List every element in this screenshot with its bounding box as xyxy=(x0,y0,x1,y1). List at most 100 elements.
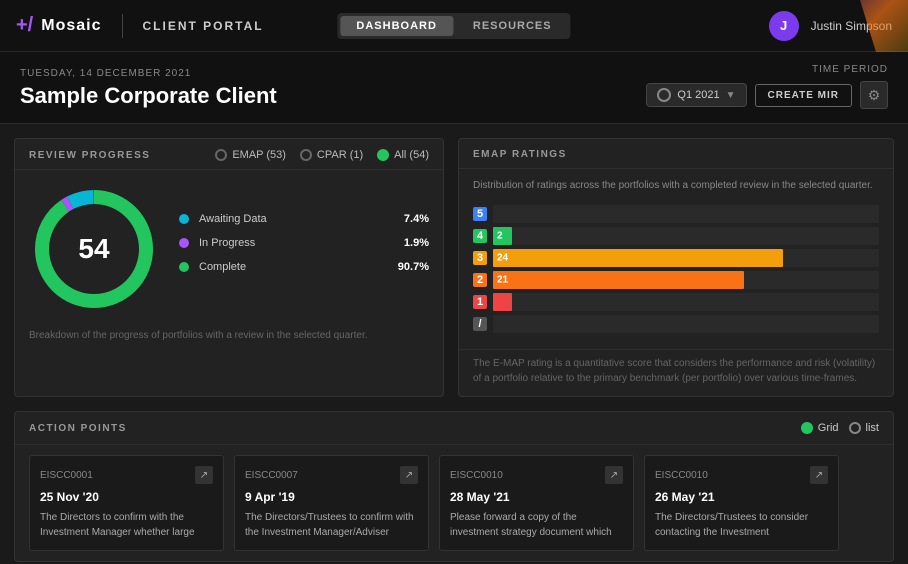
date-label: TUESDAY, 14 DECEMBER 2021 xyxy=(20,68,277,79)
action-card-1: EISCC0007 ↗ 9 Apr '19 The Directors/Trus… xyxy=(234,455,429,551)
bar-row-3: 3 24 xyxy=(473,249,879,267)
chevron-down-icon: ▼ xyxy=(726,90,736,101)
bar-row-5: 5 xyxy=(473,205,879,223)
legend-inprogress-pct: 1.9% xyxy=(404,237,429,249)
toggle-list-label: list xyxy=(866,422,879,434)
card-id-3: EISCC0010 xyxy=(655,470,708,481)
legend-awaiting-label: Awaiting Data xyxy=(199,213,404,225)
bar-value-3: 24 xyxy=(497,253,508,264)
action-points-title: ACTION POINTS xyxy=(29,423,127,434)
legend-inprogress: In Progress 1.9% xyxy=(179,237,429,249)
legend-inprogress-label: In Progress xyxy=(199,237,404,249)
action-points-section: ACTION POINTS Grid list EISCC0001 ↗ 25 N… xyxy=(14,411,894,562)
card-arrow-0[interactable]: ↗ xyxy=(195,466,213,484)
create-mir-button[interactable]: CREATE MIR xyxy=(755,84,852,107)
period-text: Q1 2021 xyxy=(677,89,719,101)
legend: Awaiting Data 7.4% In Progress 1.9% Comp… xyxy=(179,213,429,285)
emap-footer: The E-MAP rating is a quantitative score… xyxy=(459,349,893,396)
portal-label: CLIENT PORTAL xyxy=(143,19,264,33)
logo-divider xyxy=(122,14,123,38)
legend-complete: Complete 90.7% xyxy=(179,261,429,273)
radio-emap-icon xyxy=(215,149,227,161)
legend-awaiting-pct: 7.4% xyxy=(404,213,429,225)
bar-row-2: 2 21 xyxy=(473,271,879,289)
sub-header: TUESDAY, 14 DECEMBER 2021 Sample Corpora… xyxy=(0,52,908,124)
bar-label-na: / xyxy=(473,317,487,331)
review-progress-panel: REVIEW PROGRESS EMAP (53) CPAR (1) All (… xyxy=(14,138,444,397)
logo-text: Mosaic xyxy=(41,17,101,35)
settings-button[interactable]: ⚙ xyxy=(860,81,888,109)
radio-cpar-icon xyxy=(300,149,312,161)
main-content: REVIEW PROGRESS EMAP (53) CPAR (1) All (… xyxy=(0,124,908,562)
emap-ratings-panel: EMAP RATINGS Distribution of ratings acr… xyxy=(458,138,894,397)
title-area: TUESDAY, 14 DECEMBER 2021 Sample Corpora… xyxy=(20,68,277,109)
bar-label-5: 5 xyxy=(473,207,487,221)
review-progress-title: REVIEW PROGRESS xyxy=(29,150,150,161)
card-id-row-0: EISCC0001 ↗ xyxy=(40,466,213,484)
review-body: 54 Awaiting Data 7.4% In Progress 1.9% xyxy=(15,170,443,328)
card-date-2: 28 May '21 xyxy=(450,490,623,504)
card-date-0: 25 Nov '20 xyxy=(40,490,213,504)
card-id-row-1: EISCC0007 ↗ xyxy=(245,466,418,484)
period-circle-icon xyxy=(657,88,671,102)
main-nav: DASHBOARD RESOURCES xyxy=(337,13,570,39)
bar-track-2: 21 xyxy=(493,271,879,289)
card-id-row-2: EISCC0010 ↗ xyxy=(450,466,623,484)
bar-row-1: 1 xyxy=(473,293,879,311)
action-cards-row: EISCC0001 ↗ 25 Nov '20 The Directors to … xyxy=(15,445,893,561)
bar-track-5 xyxy=(493,205,879,223)
filter-all-label: All (54) xyxy=(394,149,429,161)
sub-header-controls: TIME PERIOD Q1 2021 ▼ CREATE MIR ⚙ xyxy=(646,64,888,109)
filter-emap[interactable]: EMAP (53) xyxy=(215,149,286,161)
top-row: REVIEW PROGRESS EMAP (53) CPAR (1) All (… xyxy=(14,138,894,397)
period-controls: Q1 2021 ▼ CREATE MIR ⚙ xyxy=(646,81,888,109)
filter-emap-label: EMAP (53) xyxy=(232,149,286,161)
action-points-header: ACTION POINTS Grid list xyxy=(15,412,893,445)
app-header: +/ Mosaic CLIENT PORTAL DASHBOARD RESOUR… xyxy=(0,0,908,52)
toggle-grid-dot xyxy=(801,422,813,434)
review-progress-header: REVIEW PROGRESS EMAP (53) CPAR (1) All (… xyxy=(15,139,443,170)
period-selector[interactable]: Q1 2021 ▼ xyxy=(646,83,746,107)
filter-cpar-label: CPAR (1) xyxy=(317,149,363,161)
emap-subtitle: Distribution of ratings across the portf… xyxy=(473,179,879,193)
bar-row-4: 4 2 xyxy=(473,227,879,245)
filter-all[interactable]: All (54) xyxy=(377,149,429,161)
page-title: Sample Corporate Client xyxy=(20,83,277,109)
toggle-grid[interactable]: Grid xyxy=(801,422,839,434)
radio-all-icon xyxy=(377,149,389,161)
filter-group: EMAP (53) CPAR (1) All (54) xyxy=(215,149,429,161)
card-date-1: 9 Apr '19 xyxy=(245,490,418,504)
legend-awaiting: Awaiting Data 7.4% xyxy=(179,213,429,225)
emap-ratings-title: EMAP RATINGS xyxy=(473,149,567,160)
donut-chart: 54 xyxy=(29,184,159,314)
card-arrow-3[interactable]: ↗ xyxy=(810,466,828,484)
card-id-2: EISCC0010 xyxy=(450,470,503,481)
bar-track-1 xyxy=(493,293,879,311)
legend-inprogress-dot xyxy=(179,238,189,248)
filter-cpar[interactable]: CPAR (1) xyxy=(300,149,363,161)
time-period-control: TIME PERIOD Q1 2021 ▼ CREATE MIR ⚙ xyxy=(646,64,888,109)
card-text-3: The Directors/Trustees to consider conta… xyxy=(655,510,828,540)
bar-track-3: 24 xyxy=(493,249,879,267)
card-id-1: EISCC0007 xyxy=(245,470,298,481)
bar-label-4: 4 xyxy=(473,229,487,243)
bar-track-na xyxy=(493,315,879,333)
nav-resources[interactable]: RESOURCES xyxy=(457,16,568,36)
bar-value-4: 2 xyxy=(497,231,503,242)
toggle-list-dot xyxy=(849,422,861,434)
card-text-1: The Directors/Trustees to confirm with t… xyxy=(245,510,418,540)
review-note: Breakdown of the progress of portfolios … xyxy=(15,328,443,355)
bar-label-1: 1 xyxy=(473,295,487,309)
card-arrow-2[interactable]: ↗ xyxy=(605,466,623,484)
user-avatar: J xyxy=(769,11,799,41)
toggle-list[interactable]: list xyxy=(849,422,879,434)
action-card-0: EISCC0001 ↗ 25 Nov '20 The Directors to … xyxy=(29,455,224,551)
card-id-row-3: EISCC0010 ↗ xyxy=(655,466,828,484)
toggle-grid-label: Grid xyxy=(818,422,839,434)
bar-label-2: 2 xyxy=(473,273,487,287)
card-arrow-1[interactable]: ↗ xyxy=(400,466,418,484)
legend-awaiting-dot xyxy=(179,214,189,224)
nav-dashboard[interactable]: DASHBOARD xyxy=(340,16,453,36)
emap-ratings-header: EMAP RATINGS xyxy=(459,139,893,169)
card-text-0: The Directors to confirm with the Invest… xyxy=(40,510,213,540)
